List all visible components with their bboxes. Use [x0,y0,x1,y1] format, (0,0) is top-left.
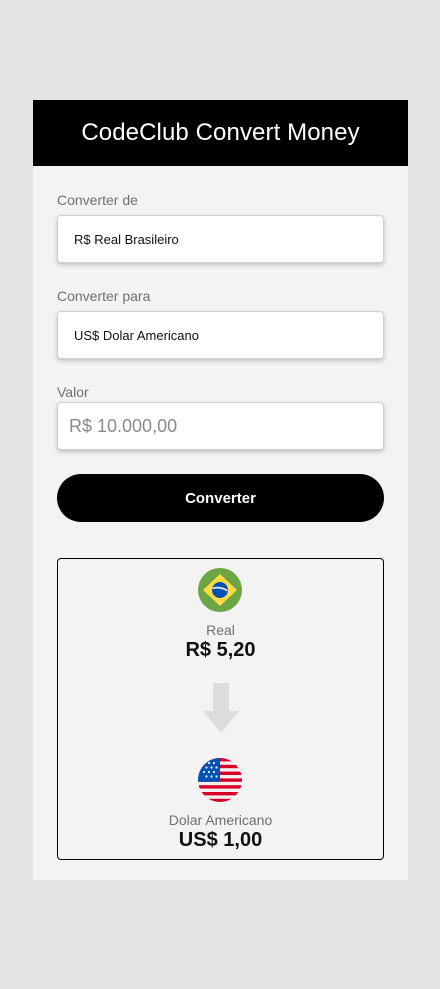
convert-button[interactable]: Converter [57,474,384,522]
chevron-down-icon [361,333,369,338]
from-currency-select[interactable]: R$ Real Brasileiro [57,215,384,263]
to-currency-label: Converter para [57,288,151,304]
brazil-flag-icon [198,568,242,612]
app-header: CodeClub Convert Money [33,100,408,166]
app-title: CodeClub Convert Money [81,119,360,146]
to-currency-name: Dolar Americano [168,812,273,828]
conversion-result: Real R$ 5,20 Dolar Americano US$ 1,00 [57,558,384,860]
to-currency-select[interactable]: US$ Dolar Americano [57,311,384,359]
from-currency-amount: R$ 5,20 [185,639,256,661]
to-currency-value: US$ Dolar Americano [74,327,199,343]
converter-form: Converter de R$ Real Brasileiro Converte… [33,191,408,860]
arrow-down-icon [203,683,239,735]
from-currency-label: Converter de [57,192,138,208]
converter-card: CodeClub Convert Money Converter de R$ R… [33,100,408,880]
usa-flag-icon [198,758,242,802]
amount-input[interactable] [57,402,384,450]
from-currency-value: R$ Real Brasileiro [74,231,179,247]
chevron-down-icon [361,237,369,242]
amount-label: Valor [57,384,89,400]
from-currency-name: Real [206,622,235,638]
to-currency-amount: US$ 1,00 [178,829,263,851]
